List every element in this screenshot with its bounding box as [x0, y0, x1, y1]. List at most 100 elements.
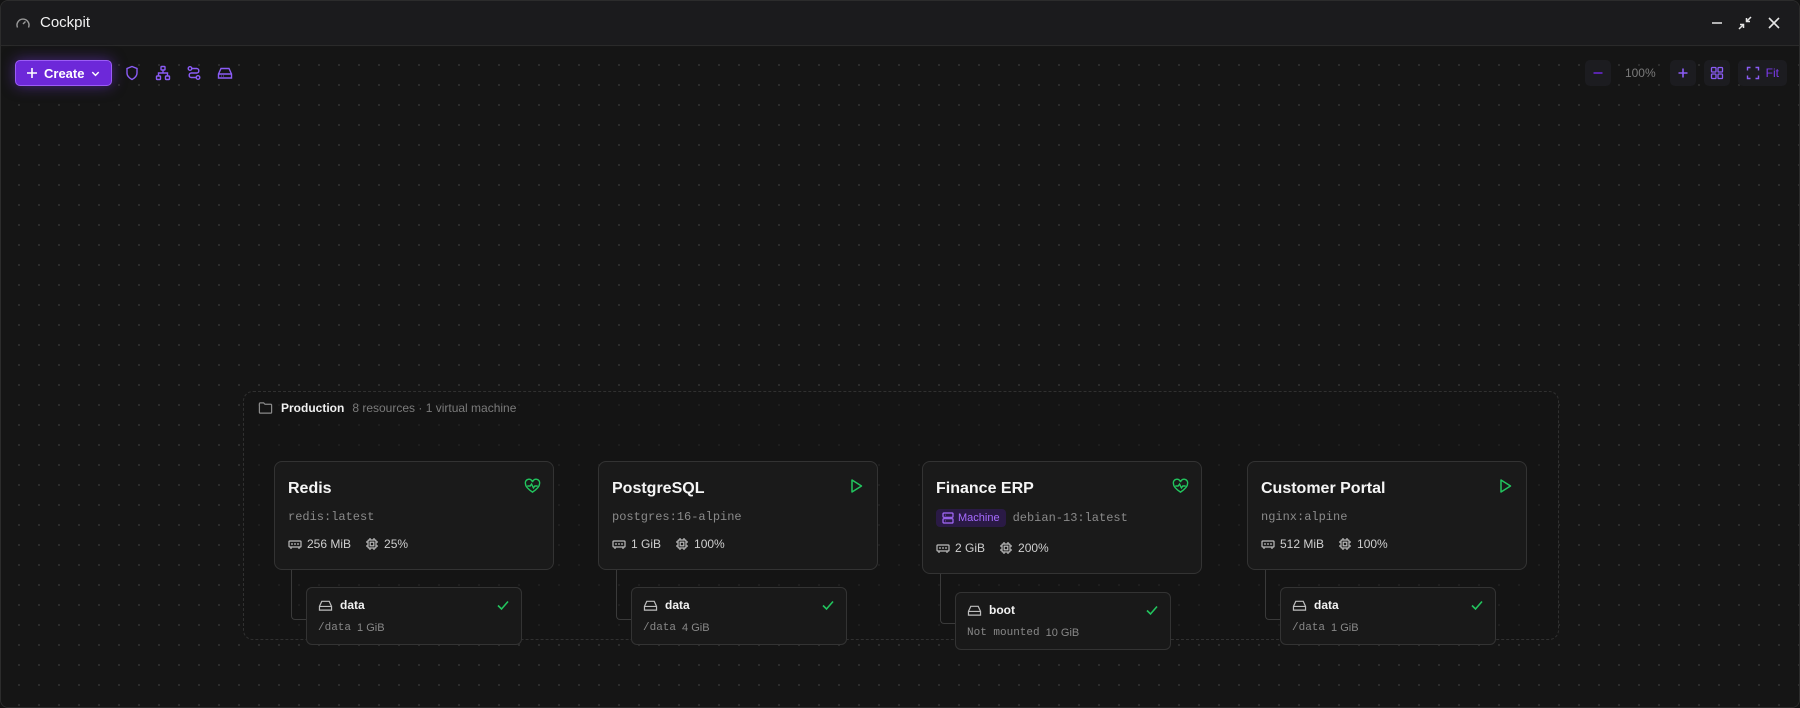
- volume-size: 10 GiB: [1045, 627, 1080, 639]
- chevron-down-icon: [92, 71, 100, 76]
- folder-icon: [258, 402, 273, 414]
- memory-stat: 256 MiB: [288, 537, 351, 551]
- minimize-button[interactable]: [1708, 14, 1726, 32]
- routing-tool[interactable]: [183, 62, 205, 84]
- storage-tool[interactable]: [214, 62, 236, 84]
- cpu-value: 100%: [694, 537, 725, 551]
- collapse-icon: [1738, 16, 1752, 30]
- card-name: Customer Portal: [1261, 480, 1386, 497]
- status-indicator: [523, 477, 541, 495]
- machine-badge: Machine: [936, 509, 1006, 527]
- check-icon: [497, 600, 509, 611]
- title-bar: Cockpit: [1, 1, 1799, 46]
- shield-icon: [126, 65, 139, 81]
- memory-icon: [288, 540, 302, 549]
- close-button[interactable]: [1765, 14, 1783, 32]
- zoom-controls: 100% Fit: [1584, 60, 1787, 86]
- volume-size: 1 GiB: [1331, 622, 1359, 634]
- volume-info: /data 1 GiB: [318, 622, 385, 634]
- memory-value: 256 MiB: [307, 537, 352, 551]
- group-meta: 8 resources · 1 virtual machine: [352, 401, 517, 415]
- memory-value: 1 GiB: [631, 537, 662, 551]
- volume-size: 1 GiB: [357, 622, 385, 634]
- card-resources: 256 MiB 25%: [288, 537, 408, 551]
- canvas-toolbar: Create: [15, 60, 236, 86]
- volume-connector: [291, 570, 307, 620]
- heart-pulse-icon: [1172, 478, 1188, 493]
- card-image: postgres:16-alpine: [612, 510, 742, 524]
- status-indicator: [847, 477, 865, 495]
- memory-stat: 1 GiB: [612, 537, 661, 551]
- card-image: nginx:alpine: [1261, 510, 1348, 524]
- create-button[interactable]: Create: [15, 60, 113, 86]
- cockpit-window: Cockpit Create 100% Fit Production 8 res…: [0, 0, 1800, 708]
- cpu-value: 200%: [1018, 541, 1049, 555]
- plus-icon: [27, 68, 37, 78]
- cpu-icon: [1339, 538, 1352, 550]
- group-header: Production 8 resources · 1 virtual machi…: [258, 401, 516, 415]
- security-tool[interactable]: [121, 62, 143, 84]
- fit-button[interactable]: Fit: [1737, 60, 1787, 86]
- resource-card-customer-portal[interactable]: Customer Portal nginx:alpine 512 MiB 100…: [1247, 461, 1527, 570]
- play-icon: [851, 479, 863, 493]
- volume-card[interactable]: data /data 4 GiB: [631, 587, 847, 645]
- hard-drive-icon: [318, 600, 333, 611]
- memory-stat: 512 MiB: [1261, 537, 1324, 551]
- topology-canvas[interactable]: Create 100% Fit Production 8 resources ·…: [1, 47, 1799, 707]
- cpu-icon: [1000, 542, 1013, 554]
- cpu-value: 25%: [384, 537, 409, 551]
- volume-connector: [940, 574, 956, 624]
- cpu-value: 100%: [1357, 537, 1388, 551]
- network-tool[interactable]: [152, 62, 174, 84]
- cpu-stat: 100%: [1338, 537, 1388, 551]
- memory-value: 512 MiB: [1280, 537, 1325, 551]
- volume-size: 4 GiB: [682, 622, 710, 634]
- cpu-stat: 25%: [365, 537, 408, 551]
- cpu-stat: 100%: [675, 537, 725, 551]
- volume-name: boot: [989, 603, 1015, 617]
- volume-card[interactable]: data /data 1 GiB: [1280, 587, 1496, 645]
- hard-drive-icon: [643, 600, 658, 611]
- resource-card-finance-erp[interactable]: Finance ERP Machine debian-13:latest 2 G…: [922, 461, 1202, 574]
- volume-name: data: [340, 598, 365, 612]
- volume-header: data: [1292, 598, 1339, 612]
- zoom-out-button[interactable]: [1584, 60, 1611, 86]
- volume-name: data: [1314, 598, 1339, 612]
- cpu-icon: [366, 538, 379, 550]
- zoom-level: 100%: [1624, 66, 1656, 80]
- volume-header: data: [643, 598, 690, 612]
- network-icon: [156, 65, 171, 81]
- card-name: Redis: [288, 480, 332, 497]
- volume-connector: [616, 570, 632, 620]
- resource-card-redis[interactable]: Redis redis:latest 256 MiB 25%: [274, 461, 554, 570]
- restore-button[interactable]: [1736, 14, 1754, 32]
- memory-icon: [612, 540, 626, 549]
- volume-info: Not mounted 10 GiB: [967, 627, 1079, 639]
- grid-icon: [1710, 66, 1723, 80]
- memory-stat: 2 GiB: [936, 541, 985, 555]
- play-icon: [1500, 479, 1512, 493]
- volume-card[interactable]: boot Not mounted 10 GiB: [955, 592, 1171, 650]
- server-icon: [942, 512, 954, 524]
- card-resources: 1 GiB 100%: [612, 537, 725, 551]
- volume-mount: Not mounted: [967, 627, 1040, 639]
- expand-icon: [1746, 66, 1759, 80]
- volume-header: data: [318, 598, 365, 612]
- window-title: Cockpit: [40, 14, 91, 31]
- card-image: debian-13:latest: [1012, 511, 1128, 525]
- plus-icon: [1678, 68, 1688, 78]
- zoom-in-button[interactable]: [1669, 60, 1696, 86]
- layout-grid-button[interactable]: [1703, 60, 1730, 86]
- card-name: PostgreSQL: [612, 480, 705, 497]
- volume-connector: [1265, 570, 1281, 620]
- volume-mount: /data: [1292, 622, 1326, 634]
- card-image: redis:latest: [288, 510, 375, 524]
- memory-icon: [936, 544, 950, 553]
- group-name: Production: [281, 401, 345, 415]
- volume-card[interactable]: data /data 1 GiB: [306, 587, 522, 645]
- hard-drive-icon: [218, 67, 233, 79]
- cpu-stat: 200%: [999, 541, 1049, 555]
- status-indicator: [1171, 477, 1189, 495]
- resource-card-postgresql[interactable]: PostgreSQL postgres:16-alpine 1 GiB 100%: [598, 461, 878, 570]
- card-name: Finance ERP: [936, 480, 1034, 497]
